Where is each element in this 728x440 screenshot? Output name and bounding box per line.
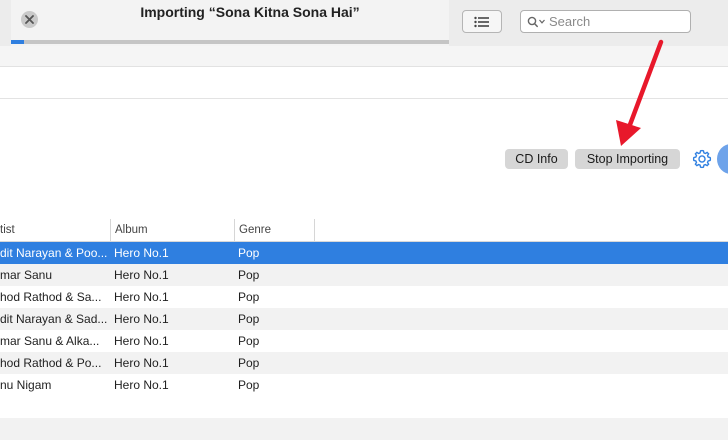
genre-cell: Pop — [238, 356, 260, 370]
search-icon — [527, 16, 545, 27]
genre-cell: Pop — [238, 268, 260, 282]
album-cell: Hero No.1 — [114, 312, 169, 326]
track-row[interactable]: hod Rathod & Sa... Hero No.1 Pop — [0, 286, 728, 308]
empty-row — [0, 418, 728, 440]
artist-cell: dit Narayan & Poo... — [0, 246, 107, 260]
cd-info-button[interactable]: CD Info — [505, 149, 568, 169]
album-cell: Hero No.1 — [114, 246, 169, 260]
track-row[interactable]: nu Nigam Hero No.1 Pop — [0, 374, 728, 396]
track-row[interactable]: dit Narayan & Poo... Hero No.1 Pop — [0, 242, 728, 264]
track-list-header: tist Album Genre — [0, 219, 728, 242]
column-header-genre[interactable]: Genre — [234, 219, 315, 241]
track-row[interactable]: mar Sanu & Alka... Hero No.1 Pop — [0, 330, 728, 352]
track-list: tist Album Genre dit Narayan & Poo... Her… — [0, 219, 728, 440]
artist-cell: mar Sanu & Alka... — [0, 334, 100, 348]
list-view-icon — [474, 16, 489, 27]
album-cell: Hero No.1 — [114, 268, 169, 282]
album-cell: Hero No.1 — [114, 334, 169, 348]
navigation-band — [0, 67, 728, 99]
partial-edge-button[interactable] — [717, 144, 728, 174]
album-cell: Hero No.1 — [114, 290, 169, 304]
import-progress-bar — [11, 40, 449, 44]
gear-icon — [692, 149, 712, 169]
stop-importing-button[interactable]: Stop Importing — [575, 149, 680, 169]
search-field[interactable] — [520, 10, 691, 33]
window-title: Importing “Sona Kitna Sona Hai” — [140, 4, 360, 20]
artist-cell: hod Rathod & Sa... — [0, 290, 102, 304]
list-view-button[interactable] — [462, 10, 502, 33]
import-settings-button[interactable] — [691, 148, 713, 170]
import-progress-fill — [11, 40, 25, 44]
title-bar: Importing “Sona Kitna Sona Hai” — [0, 0, 728, 46]
track-row[interactable]: dit Narayan & Sad... Hero No.1 Pop — [0, 308, 728, 330]
track-row[interactable]: mar Sanu Hero No.1 Pop — [0, 264, 728, 286]
genre-cell: Pop — [238, 290, 260, 304]
column-header-album[interactable]: Album — [110, 219, 234, 241]
track-row[interactable]: hod Rathod & Po... Hero No.1 Pop — [0, 352, 728, 374]
album-cell: Hero No.1 — [114, 378, 169, 392]
genre-cell: Pop — [238, 334, 260, 348]
album-cell: Hero No.1 — [114, 356, 169, 370]
close-import-button[interactable] — [21, 11, 38, 28]
toolbar-band — [0, 46, 728, 67]
genre-cell: Pop — [238, 312, 260, 326]
genre-cell: Pop — [238, 378, 260, 392]
artist-cell: hod Rathod & Po... — [0, 356, 102, 370]
artist-cell: nu Nigam — [0, 378, 52, 392]
empty-row — [0, 396, 728, 418]
column-header-artist[interactable]: tist — [0, 219, 110, 241]
artist-cell: mar Sanu — [0, 268, 53, 282]
artist-cell: dit Narayan & Sad... — [0, 312, 107, 326]
genre-cell: Pop — [238, 246, 260, 260]
close-icon — [25, 15, 34, 24]
search-input[interactable] — [547, 14, 679, 29]
